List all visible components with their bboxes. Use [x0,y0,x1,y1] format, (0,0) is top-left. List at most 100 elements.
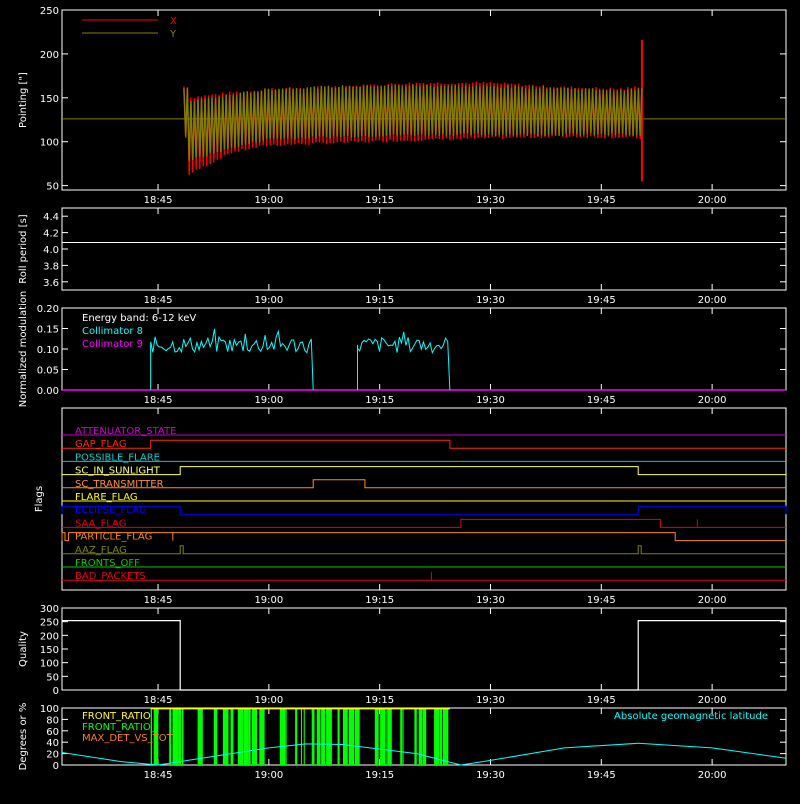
roll-ytick-label: 4.4 [43,212,59,223]
roll-xtick-label: 19:15 [365,295,394,306]
pointing-xtick-label: 18:45 [144,195,173,206]
front-ratio-bar [300,708,302,765]
quality-ytick-label: 250 [40,618,59,629]
quality-xtick-label: 19:00 [254,695,283,706]
flags-xtick-label: 19:30 [476,595,505,606]
pointing-legend-label: X [170,16,177,27]
modulation-xtick-label: 20:00 [698,395,727,406]
front-ratio-bar [386,708,388,765]
modulation-ytick-label: 0.05 [37,366,59,377]
front-ratio-bar [251,708,257,765]
front-ratio-bar [285,708,287,765]
front-ratio-bar [354,708,360,765]
pointing-xtick-label: 19:00 [254,195,283,206]
front-ratio-bar [374,708,379,765]
geomag-xtick-label: 19:00 [254,770,283,781]
flag-trace-saa-flag [62,518,786,528]
modulation-ytick-label: 0.00 [37,386,59,397]
roll-ytick-label: 4.2 [43,229,59,240]
front-ratio-bar [387,708,392,765]
modulation-legend-label: Collimator 9 [82,339,143,350]
flag-trace-particle-flag [61,532,786,542]
front-ratio-bar [343,708,348,765]
roll-frame [61,207,787,291]
quality-ytick-label: 0 [53,686,59,697]
front-ratio-bar [442,708,449,765]
front-ratio-bar [181,708,184,765]
modulation-xtick-label: 19:15 [365,395,394,406]
modulation-energy-band: Energy band: 6-12 keV [82,313,196,324]
geomag-legend-label: MAX_DET_VS_TOT [82,733,174,744]
geomag-ytick-label: 80 [46,715,59,726]
front-ratio-bar [337,708,340,765]
flags-xtick-label: 20:00 [698,595,727,606]
modulation-ytick-label: 0.10 [37,345,59,356]
geomag-ytick-label: 40 [46,738,59,749]
flags-xtick-label: 19:45 [587,595,616,606]
pointing-ytick-label: 100 [40,138,59,149]
pointing-ytick-label: 50 [46,182,59,193]
flag-trace-sc-transmitter [62,479,786,489]
roll-ytick-label: 4.0 [43,245,59,256]
front-ratio-bar [295,708,298,765]
front-ratio-bar [243,708,249,765]
flags-xtick-label: 19:00 [254,595,283,606]
pointing-legend-label: Y [169,29,177,40]
quality-ytick-label: 150 [40,645,59,656]
modulation-legend-label: Collimator 8 [82,326,143,337]
front-ratio-bar [311,708,315,765]
flag-trace-gap-flag [62,439,786,449]
modulation-ytick-label: 0.20 [37,304,59,315]
pointing-xtick-label: 19:45 [587,195,616,206]
pointing-ylabel: Pointing ["] [18,72,29,128]
roll-xtick-label: 19:45 [587,295,616,306]
front-ratio-bar [380,708,386,765]
front-ratio-bar [178,708,182,765]
flag-trace-eclipse-flag [61,505,787,515]
roll-xtick-label: 19:30 [476,295,505,306]
chart-canvas: 18:45 19:00 19:15 19:30 19:45 20:00 50 100 150 20… [0,0,800,800]
geomag-ytick-label: 0 [53,761,59,772]
geomag-xtick-label: 19:45 [587,770,616,781]
modulation-xtick-label: 19:30 [476,395,505,406]
flags-xtick-label: 19:15 [365,595,394,606]
geomag-ytick-label: 100 [40,704,59,715]
roll-xtick-label: 18:45 [144,295,173,306]
quality-ytick-label: 300 [40,604,59,615]
roll-ytick-label: 3.6 [43,278,59,289]
front-ratio-bar [316,708,321,765]
quality-ytick-label: 200 [40,631,59,642]
front-ratio-bar [440,708,443,765]
geomag-xtick-label: 19:30 [476,770,505,781]
flag-label-eclipse-flag: ECLIPSE_FLAG [75,505,146,516]
roll-ytick-label: 3.8 [43,261,59,272]
flag-trace-aaz-flag [62,545,786,555]
modulation-ylabel: Normalized modulation [18,291,29,408]
flag-label-particle-flag: PARTICLE_FLAG [75,532,152,543]
front-ratio-bar [400,708,402,765]
flag-trace-sc-in-sunlight [62,466,786,476]
chart-svg: 18:45 19:00 19:15 19:30 19:45 20:00 50 100 150 20… [18,6,787,781]
front-ratio-bar [172,708,178,765]
pointing-series-y [183,84,643,162]
geomag-legend-label: FRONT_RATIO_ [82,722,157,733]
front-ratio-bar [402,708,404,765]
geomag-xtick-label: 19:15 [365,770,394,781]
pointing-ytick-label: 150 [40,94,59,105]
front-ratio-bar [326,708,332,765]
front-ratio-bar [348,708,355,765]
front-ratio-bar [414,708,417,765]
front-ratio-bar [248,708,251,765]
front-ratio-bar [434,708,440,765]
quality-trace [62,620,786,691]
geomag-ytick-label: 60 [46,727,59,738]
quality-xtick-label: 18:45 [144,695,173,706]
geomag-annotation: Absolute geomagnetic latitude [614,711,768,722]
pointing-xtick-label: 20:00 [698,195,727,206]
modulation-collimator8-segment [150,328,314,391]
front-ratio-bar [279,708,286,765]
quality-ytick-label: 100 [40,659,59,670]
modulation-xtick-label: 19:45 [587,395,616,406]
geomag-legend-label: FRONT_RATIO [82,711,151,722]
modulation-collimator8-segment [356,331,451,391]
